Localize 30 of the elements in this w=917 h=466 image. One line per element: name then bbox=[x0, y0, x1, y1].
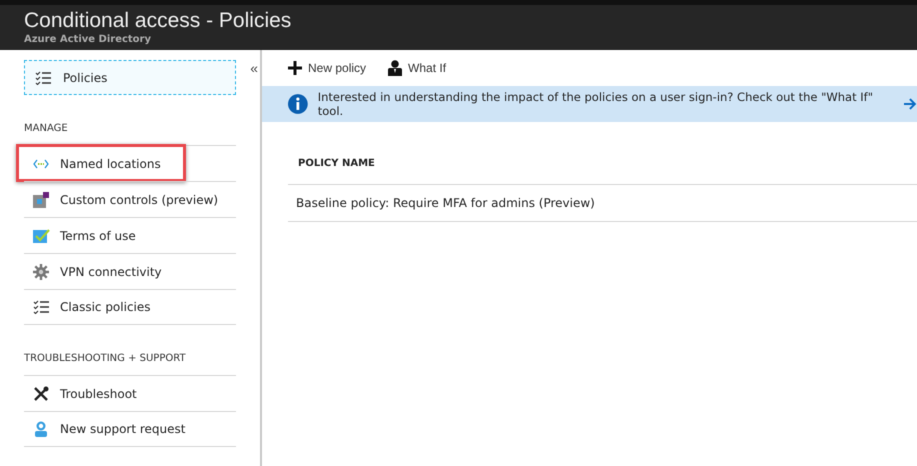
support-person-icon bbox=[34, 421, 48, 437]
sidebar-item[interactable]: Named locations bbox=[24, 145, 236, 181]
checklist-icon bbox=[33, 300, 49, 314]
sidebar-item[interactable]: VPN connectivity bbox=[24, 253, 236, 289]
column-header: POLICY NAME bbox=[288, 144, 917, 185]
sidebar-item[interactable]: Custom controls (preview) bbox=[24, 181, 236, 217]
sidebar-item[interactable]: Troubleshoot bbox=[24, 375, 236, 411]
page-subtitle: Azure Active Directory bbox=[24, 33, 152, 46]
sidebar-item[interactable]: New support request bbox=[24, 411, 236, 447]
table-cell[interactable]: Baseline policy: Require MFA for admins (Preview) bbox=[288, 185, 917, 222]
toolbar-button[interactable]: What If bbox=[388, 60, 446, 76]
controls-icon bbox=[33, 192, 49, 208]
plus-icon bbox=[288, 61, 302, 75]
location-arrows-icon bbox=[33, 158, 49, 168]
sidebar-item[interactable]: Policies bbox=[24, 60, 236, 95]
gear-icon bbox=[33, 264, 49, 280]
section-heading: TROUBLESHOOTING + SUPPORT bbox=[24, 353, 187, 366]
tools-icon bbox=[33, 386, 49, 402]
info-icon bbox=[288, 94, 308, 114]
banner-text: Interested in understanding the impact of the policies on a user sign-in? Check out the "What If" tool. bbox=[318, 90, 874, 118]
toolbar-button[interactable]: New policy bbox=[288, 61, 366, 75]
collapse-button[interactable]: « bbox=[250, 60, 258, 76]
page-title: Conditional access - Policies bbox=[24, 9, 292, 33]
checklist-icon bbox=[35, 70, 51, 84]
sidebar-item[interactable]: Terms of use bbox=[24, 217, 236, 253]
checkmark-icon bbox=[32, 228, 50, 242]
person-icon bbox=[388, 60, 402, 76]
section-heading: MANAGE bbox=[24, 123, 69, 136]
arrow-icon[interactable] bbox=[904, 98, 917, 110]
sidebar-item[interactable]: Classic policies bbox=[24, 289, 236, 325]
